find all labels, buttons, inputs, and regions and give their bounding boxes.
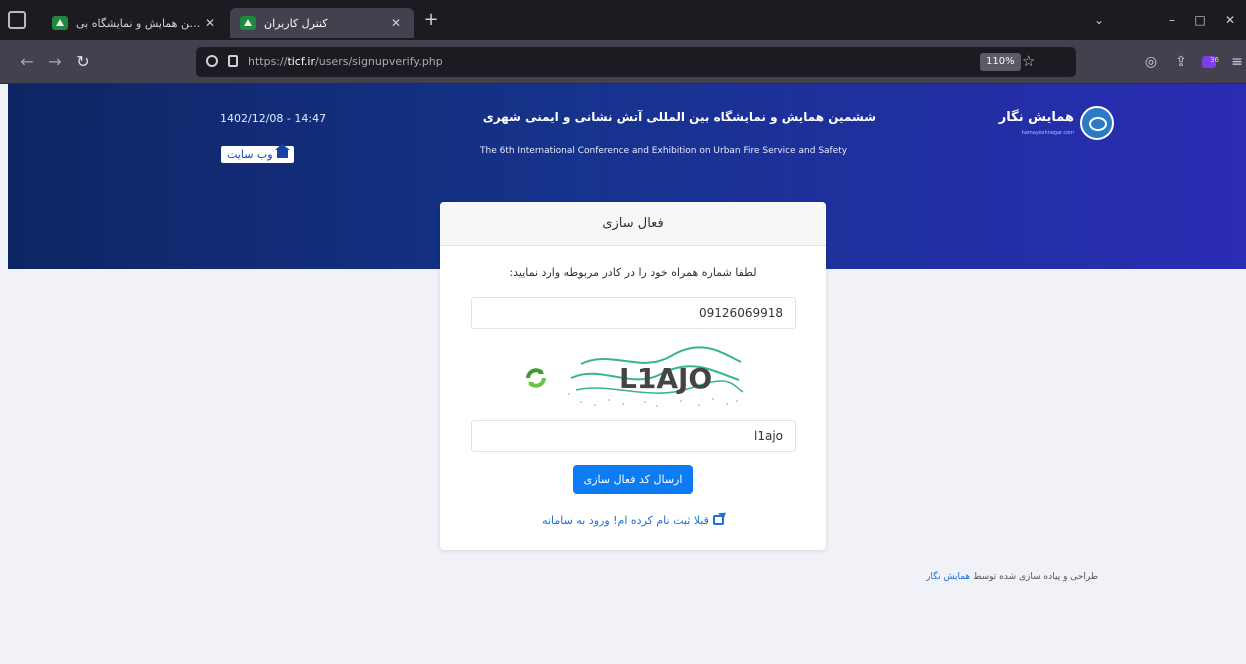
refresh-captcha-icon[interactable] [524, 366, 548, 390]
footer-text: طراحی و پیاده سازی شده توسط [973, 572, 1098, 582]
login-link[interactable]: قبلا ثبت نام کرده ام! ورود به سامانه [470, 514, 796, 527]
home-icon [274, 144, 290, 158]
browser-tab-bar: ششمین همایش و نمایشگاه بی ✕ کنترل کاربرا… [0, 0, 1246, 40]
phone-number-input[interactable] [471, 297, 796, 329]
chevron-down-icon[interactable]: ⌄ [1085, 9, 1113, 31]
close-icon[interactable]: ✕ [388, 16, 404, 30]
activation-card: فعال سازی لطفا شماره همراه خود را در کاد… [440, 202, 826, 550]
url-text[interactable]: https://ticf.ir/users/signupverify.php [248, 55, 443, 68]
conference-title-en: The 6th International Conference and Exh… [480, 146, 848, 156]
logo-emblem-icon [1080, 106, 1114, 140]
logo-subtext: hamayeshnegar.com [1021, 130, 1074, 136]
tab-user-control[interactable]: کنترل کاربران ✕ [230, 8, 414, 38]
footer-brand-link[interactable]: همایش نگار [926, 572, 970, 582]
instruction-text: لطفا شماره همراه خود را در کادر مربوطه و… [509, 266, 757, 279]
zoom-level-badge[interactable]: 110% [980, 53, 1021, 71]
minimize-button[interactable]: – [1158, 9, 1186, 31]
external-link-icon [712, 515, 724, 525]
website-button[interactable]: وب سایت [221, 144, 294, 163]
bookmark-star-icon[interactable]: ☆ [1022, 52, 1035, 70]
browser-nav-bar: ← → ↻ https://ticf.ir/users/signupverify… [0, 40, 1246, 84]
conference-title-fa: ششمین همایش و نمایشگاه بین المللی آتش نش… [482, 110, 876, 124]
close-icon[interactable]: ✕ [202, 16, 218, 30]
tab-conference[interactable]: ششمین همایش و نمایشگاه بی ✕ [42, 8, 228, 38]
extension-badge: 36 [1210, 56, 1219, 64]
back-arrow-icon[interactable]: ← [16, 51, 38, 73]
tab-title: ششمین همایش و نمایشگاه بی [76, 16, 202, 30]
address-bar[interactable]: https://ticf.ir/users/signupverify.php 1… [196, 47, 1076, 77]
captcha-image: L1AJO [561, 344, 745, 410]
footer-credit: طراحی و پیاده سازی شده توسط همایش نگار [926, 572, 1098, 582]
send-activation-code-button[interactable]: ارسال کد فعال سازی [573, 465, 693, 494]
tab-list-icon[interactable] [8, 11, 26, 29]
card-title: فعال سازی [440, 202, 826, 246]
maximize-button[interactable]: □ [1186, 9, 1214, 31]
menu-icon[interactable]: ≡ [1226, 51, 1246, 73]
logo-text: همایش نگار [998, 110, 1074, 125]
header-datetime: 1402/12/08 - 14:47 [220, 112, 327, 125]
tracking-shield-icon[interactable] [206, 55, 218, 67]
captcha-input[interactable] [471, 420, 796, 452]
extension-icon[interactable]: 36 [1198, 51, 1220, 73]
reload-icon[interactable]: ↻ [72, 51, 94, 73]
new-tab-button[interactable]: + [420, 10, 442, 32]
pocket-icon[interactable]: ◎ [1140, 51, 1162, 73]
site-favicon-icon [240, 16, 256, 30]
share-icon[interactable]: ⇪ [1170, 51, 1192, 73]
site-favicon-icon [52, 16, 68, 30]
tab-title: کنترل کاربران [264, 16, 328, 30]
captcha-glyphs: L1AJO [619, 362, 712, 395]
close-window-button[interactable]: ✕ [1216, 9, 1244, 31]
lock-icon[interactable] [228, 55, 238, 67]
forward-arrow-icon[interactable]: → [44, 51, 66, 73]
hamayesh-negar-logo[interactable]: همایش نگار hamayeshnegar.com [998, 106, 1114, 146]
